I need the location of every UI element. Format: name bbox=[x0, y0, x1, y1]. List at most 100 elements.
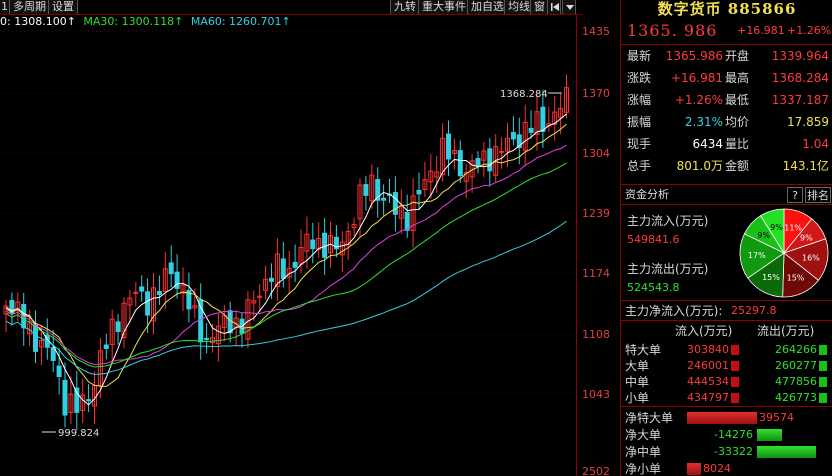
quote-label: 总手 bbox=[627, 159, 652, 173]
net-flow-row: 净大单 -14276 bbox=[621, 427, 832, 443]
candle-body bbox=[499, 150, 505, 153]
main-inflow-label: 主力流入(万元) bbox=[627, 214, 709, 228]
ma60-line bbox=[5, 220, 567, 375]
net-flow-bar bbox=[757, 446, 816, 458]
price-row: 1365. 986 +16.981 +1.26% bbox=[621, 20, 832, 42]
divider bbox=[621, 184, 832, 185]
y-tick: 2502 bbox=[582, 465, 610, 476]
quote-label: 现手 bbox=[627, 137, 652, 151]
kline-svg[interactable]: 1368.284 999.824 bbox=[0, 0, 620, 476]
y-tick: 1043 bbox=[582, 388, 610, 401]
major-events-button[interactable]: 重大事件 bbox=[418, 0, 470, 14]
flow-row-label: 小单 bbox=[625, 391, 650, 405]
net-flow-label: 净特大单 bbox=[625, 411, 674, 425]
candle-body bbox=[86, 399, 92, 402]
inflow-header: 流入(万元) bbox=[675, 324, 733, 338]
flow-in-value: 434797 bbox=[687, 391, 729, 404]
flow-in-value: 444534 bbox=[687, 375, 729, 388]
net-flow-bar bbox=[687, 412, 757, 424]
flow-row: 中单 444534 477856 bbox=[621, 374, 832, 390]
pie-label: 9% bbox=[800, 233, 813, 242]
net-flow-value: -33322 bbox=[714, 445, 753, 458]
low-annotation: 999.824 bbox=[58, 428, 99, 439]
y-tick: 1174 bbox=[582, 267, 610, 280]
outflow-header: 流出(万元) bbox=[757, 324, 815, 338]
rank-button[interactable]: 排名 bbox=[805, 187, 831, 203]
high-annotation: 1368.284 bbox=[500, 89, 548, 100]
quote-row: 总手 801.0万 金额 143.1亿 bbox=[621, 156, 832, 177]
flow-row-label: 特大单 bbox=[625, 343, 662, 357]
candle-body bbox=[392, 192, 398, 215]
quote-panel: 数字货币 885866 1365. 986 +16.981 +1.26% 最新 1… bbox=[620, 0, 832, 476]
quote-value: +1.26% bbox=[674, 93, 723, 107]
flow-row-label: 大单 bbox=[625, 359, 650, 373]
candle-body bbox=[310, 239, 316, 250]
quote-label: 量比 bbox=[725, 137, 750, 151]
candle-body bbox=[457, 150, 463, 177]
add-watchlist-button[interactable]: 加自选 bbox=[467, 0, 508, 14]
quote-label: 最新 bbox=[627, 49, 652, 63]
candle-body bbox=[510, 132, 516, 140]
quote-row: 涨幅 +1.26% 最低 1337.187 bbox=[621, 90, 832, 111]
quote-row: 现手 6434 量比 1.04 bbox=[621, 134, 832, 155]
main-net-inflow-value: 25297.8 bbox=[731, 304, 777, 317]
divider bbox=[621, 44, 832, 45]
price-change: +16.981 bbox=[737, 24, 785, 37]
candle-body bbox=[381, 197, 387, 201]
settings-button[interactable]: 设置 bbox=[48, 0, 78, 14]
quote-value: 1368.284 bbox=[771, 71, 829, 85]
candle-body bbox=[204, 337, 210, 340]
ma-legend-item: 0: 1308.100↑ bbox=[0, 15, 76, 28]
net-flow-bar bbox=[757, 429, 782, 441]
outflow-bar bbox=[819, 393, 827, 403]
candle-body bbox=[475, 158, 481, 167]
flow-in-value: 246001 bbox=[687, 359, 729, 372]
candle-body bbox=[280, 258, 286, 279]
pie-label: 9% bbox=[770, 223, 783, 232]
help-button[interactable]: ? bbox=[787, 187, 803, 203]
quote-row: 最新 1365.986 开盘 1339.964 bbox=[621, 46, 832, 67]
quote-value: 17.859 bbox=[787, 115, 829, 129]
multi-period-button[interactable]: 多周期 bbox=[9, 0, 50, 14]
chart-toolbar: 1日 多周期 设置 九转 重大事件 加自选 均线 窗 bbox=[0, 0, 582, 14]
flow-out-value: 264266 bbox=[775, 343, 817, 356]
candle-body bbox=[139, 286, 145, 292]
candle-body bbox=[540, 106, 546, 132]
main-inflow-value: 549841.6 bbox=[627, 233, 680, 246]
quote-label: 金额 bbox=[725, 159, 750, 173]
candle-body bbox=[50, 347, 56, 361]
divider bbox=[621, 406, 832, 407]
quote-value: 801.0万 bbox=[676, 159, 723, 173]
candle-body bbox=[115, 321, 121, 333]
pie-label: 11% bbox=[784, 223, 802, 232]
nine-turn-button[interactable]: 九转 bbox=[390, 0, 420, 14]
flow-out-value: 260277 bbox=[775, 359, 817, 372]
candle-body bbox=[62, 380, 68, 416]
net-flow-label: 净中单 bbox=[625, 445, 662, 459]
candle-body bbox=[156, 290, 162, 295]
outflow-bar bbox=[819, 345, 827, 355]
candle-body bbox=[174, 271, 180, 289]
quote-value: 1339.964 bbox=[771, 49, 829, 63]
chevron-down-icon[interactable] bbox=[562, 0, 576, 14]
quote-value: 2.31% bbox=[684, 115, 723, 129]
index-title: 数字货币 885866 bbox=[657, 0, 797, 18]
flow-out-value: 477856 bbox=[775, 375, 817, 388]
flow-row: 大单 246001 260277 bbox=[621, 358, 832, 374]
y-tick: 1370 bbox=[582, 87, 610, 100]
ma10-line bbox=[5, 123, 567, 387]
main-outflow-value: 524543.8 bbox=[627, 281, 680, 294]
fund-flow-pie: 11%9%16%15%15%17%9%9% bbox=[739, 208, 829, 298]
y-tick: 1108 bbox=[582, 328, 610, 341]
kline-chart[interactable]: 1368.284 999.824 1435 1370 1304 1239 1174… bbox=[0, 0, 620, 476]
ma5-line bbox=[5, 113, 567, 406]
candle-body bbox=[487, 148, 493, 172]
outflow-bar bbox=[819, 377, 827, 387]
back-arrow-icon[interactable] bbox=[547, 0, 561, 14]
divider bbox=[621, 204, 832, 205]
net-flow-row: 净特大单 39574 bbox=[621, 410, 832, 426]
net-flow-row: 净中单 -33322 bbox=[621, 444, 832, 460]
pie-label: 15% bbox=[762, 273, 780, 282]
flow-row: 小单 434797 426773 bbox=[621, 390, 832, 406]
quote-value: 143.1亿 bbox=[782, 159, 829, 173]
